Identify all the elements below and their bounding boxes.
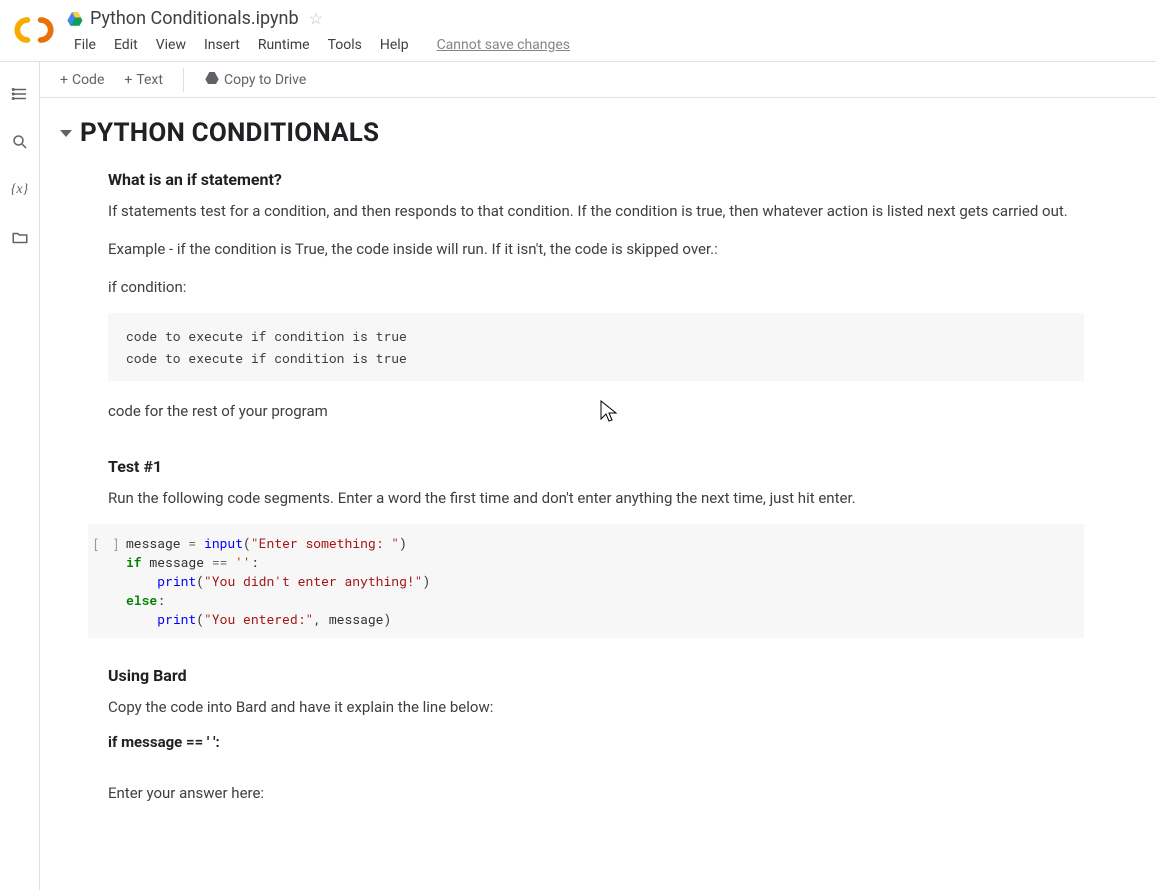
menu-runtime[interactable]: Runtime	[250, 33, 318, 57]
menu-tools[interactable]: Tools	[320, 33, 370, 57]
toc-icon[interactable]	[10, 84, 30, 104]
copy-drive-label: Copy to Drive	[224, 72, 306, 88]
plus-icon: +	[124, 72, 132, 88]
add-code-label: Code	[72, 72, 104, 88]
menubar: File Edit View Insert Runtime Tools Help…	[66, 33, 1148, 57]
drive-icon	[204, 70, 220, 90]
add-code-button[interactable]: + Code	[52, 68, 112, 92]
subheading: Using Bard	[108, 666, 1084, 685]
paragraph: Run the following code segments. Enter a…	[108, 486, 1084, 510]
variables-icon[interactable]: {x}	[10, 180, 30, 200]
paragraph: Copy the code into Bard and have it expl…	[108, 695, 1084, 719]
cannot-save-link[interactable]: Cannot save changes	[429, 33, 578, 57]
notebook-area[interactable]: PYTHON CONDITIONALS What is an if statem…	[40, 98, 1156, 890]
preformatted-block: code to execute if condition is true cod…	[108, 313, 1084, 381]
add-text-button[interactable]: + Text	[116, 68, 171, 92]
menu-file[interactable]: File	[66, 33, 104, 57]
colab-logo	[14, 10, 54, 50]
drive-icon	[66, 10, 84, 28]
left-rail: {x}	[0, 62, 40, 890]
subheading: Test #1	[108, 457, 1084, 476]
menu-edit[interactable]: Edit	[106, 33, 146, 57]
menu-view[interactable]: View	[148, 33, 194, 57]
section-title: PYTHON CONDITIONALS	[80, 118, 379, 148]
cell-gutter[interactable]: [ ]	[88, 534, 126, 628]
subheading: if message == ' ':	[108, 733, 1084, 751]
paragraph: if condition:	[108, 275, 1084, 299]
document-title[interactable]: Python Conditionals.ipynb	[90, 8, 299, 29]
collapse-arrow-icon[interactable]	[60, 130, 72, 137]
plus-icon: +	[60, 72, 68, 88]
menu-insert[interactable]: Insert	[196, 33, 248, 57]
paragraph: If statements test for a condition, and …	[108, 199, 1084, 223]
paragraph: code for the rest of your program	[108, 399, 1084, 423]
search-icon[interactable]	[10, 132, 30, 152]
folder-icon[interactable]	[10, 228, 30, 248]
text-cell-body: What is an if statement? If statements te…	[88, 170, 1084, 805]
secondary-toolbar: + Code + Text Copy to Drive	[40, 62, 1156, 98]
paragraph: Example - if the condition is True, the …	[108, 237, 1084, 261]
menu-help[interactable]: Help	[372, 33, 417, 57]
add-text-label: Text	[136, 72, 163, 88]
paragraph: Enter your answer here:	[108, 781, 1084, 805]
code-content[interactable]: message = input("Enter something: ") if …	[126, 534, 430, 628]
separator	[183, 68, 184, 92]
app-header: Python Conditionals.ipynb ☆ File Edit Vi…	[0, 0, 1156, 62]
copy-to-drive-button[interactable]: Copy to Drive	[196, 66, 314, 94]
subheading: What is an if statement?	[108, 170, 1084, 189]
code-cell[interactable]: [ ]message = input("Enter something: ") …	[88, 524, 1084, 638]
star-icon[interactable]: ☆	[309, 9, 323, 28]
